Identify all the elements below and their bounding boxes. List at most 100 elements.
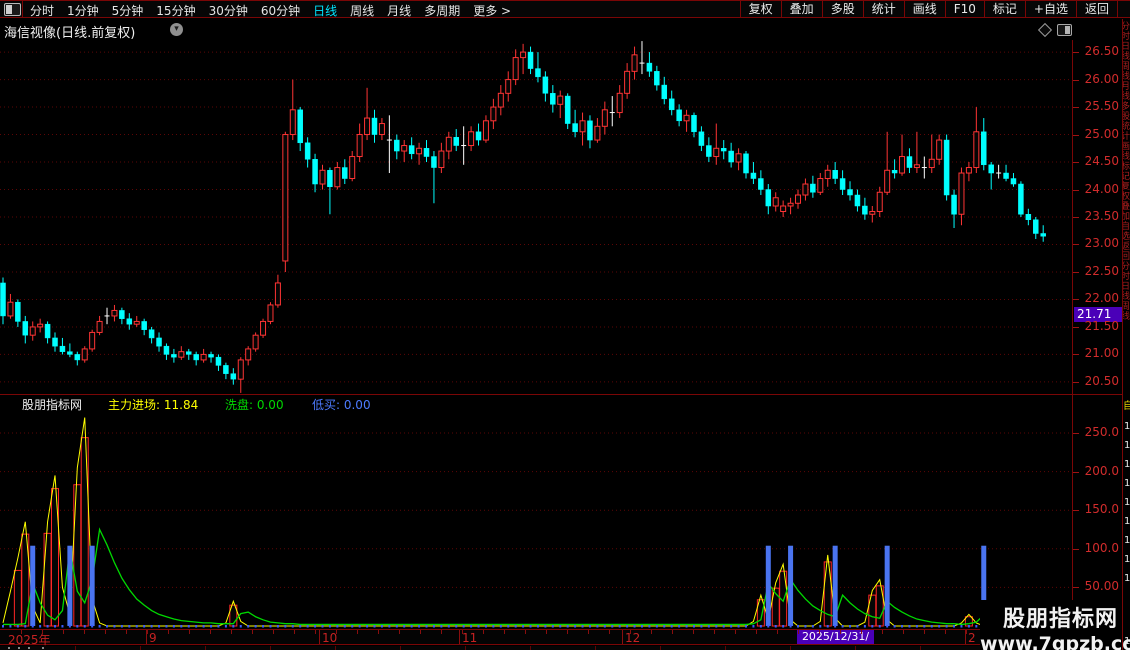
bottom-row-tick	[335, 646, 336, 650]
right-strip-item: 1	[1124, 478, 1130, 489]
date-tick	[441, 630, 442, 634]
bottom-row-tick	[595, 646, 596, 650]
main-candlestick-chart[interactable]	[0, 40, 1072, 394]
price-tick	[1073, 271, 1079, 273]
date-label-2: 2	[968, 631, 976, 645]
date-tick	[315, 630, 316, 634]
date-label-9: 9	[149, 631, 157, 645]
bottom-row-tick	[140, 646, 141, 650]
sub-axis-label-100: 100.0	[1084, 540, 1119, 555]
sub-axis-label-50: 50.00	[1084, 579, 1119, 594]
toolbar-button-返回[interactable]: 返回	[1075, 1, 1118, 17]
bottom-row-tick	[855, 646, 856, 650]
bottom-row-mark	[18, 647, 20, 649]
sub-axis-tick	[1073, 548, 1079, 550]
price-label-22.50: 22.50	[1084, 263, 1119, 278]
sub-axis-label-250: 250.0	[1084, 425, 1119, 439]
price-axis: 21.71 26.50 26.00 25.50 25.00 24.50 24.00 23.5…	[1072, 40, 1122, 629]
bottom-partial-row	[0, 646, 1130, 650]
diamond-icon[interactable]	[1037, 22, 1053, 38]
period-tab-30分钟[interactable]: 30分钟	[209, 2, 248, 19]
sub-axis-tick	[1073, 587, 1079, 589]
date-tick	[399, 630, 400, 634]
bottom-row-tick	[400, 646, 401, 650]
toolbar-button-+自选[interactable]: +自选	[1024, 1, 1076, 17]
right-strip-vertical-text: 分时日线周线月线多股统计画线标记复权叠加自选返回分时日线周线	[1123, 21, 1129, 321]
period-tab-5分钟[interactable]: 5分钟	[112, 2, 144, 19]
date-tick	[567, 630, 568, 634]
period-tab-60分钟[interactable]: 60分钟	[261, 2, 300, 19]
cursor-date-label: 2025/12/31/三	[797, 630, 874, 650]
date-tick	[945, 630, 946, 634]
price-label-22.00: 22.00	[1084, 291, 1119, 306]
date-tick	[63, 630, 64, 634]
pane-toggle-icon[interactable]	[1057, 24, 1072, 36]
date-tick	[84, 630, 85, 634]
right-strip-item: 1	[1124, 440, 1130, 451]
bottom-row-tick	[530, 646, 531, 650]
period-tab-月线[interactable]: 月线	[387, 2, 411, 19]
price-label-24.00: 24.00	[1084, 181, 1119, 196]
price-tick	[1073, 217, 1079, 218]
panel-divider[interactable]	[0, 394, 1122, 395]
date-tick	[525, 630, 526, 634]
price-tick	[1073, 189, 1079, 191]
layout-toggle-icon[interactable]	[4, 3, 21, 16]
date-tick	[546, 630, 547, 634]
toolbar-button-多股[interactable]: 多股	[821, 1, 863, 17]
stock-title: 海信视像(日线.前复权)	[4, 26, 136, 41]
period-tab-15分钟[interactable]: 15分钟	[156, 2, 195, 19]
title-bar: 海信视像(日线.前复权) ▾	[0, 19, 1122, 41]
watermark: 股朋指标网 www.7gpzb.com	[980, 600, 1130, 650]
date-tick	[483, 630, 484, 634]
date-tick	[588, 630, 589, 634]
toolbar-button-画线[interactable]: 画线	[903, 1, 945, 17]
right-edge-strip: 分时日线周线月线多股统计画线标记复权叠加自选返回分时日线周线 自 1 1 1 1 1 1 1…	[1122, 19, 1130, 650]
period-tab-周线[interactable]: 周线	[350, 2, 374, 19]
toolbar-button-复权[interactable]: 复权	[739, 1, 781, 17]
right-strip-item: 1	[1124, 573, 1130, 584]
toolbar-button-叠加[interactable]: 叠加	[780, 1, 822, 17]
sub-axis-tick	[1073, 510, 1079, 512]
bottom-row-tick	[465, 646, 466, 650]
xipan-value: 洗盘: 0.00	[225, 398, 284, 412]
period-tab-分时[interactable]: 分时	[30, 2, 54, 19]
date-label-12: 12	[625, 631, 641, 645]
sub-axis-label-150: 150.0	[1084, 502, 1119, 517]
date-tick	[861, 630, 862, 634]
chevron-down-icon[interactable]: ▾	[170, 23, 183, 36]
date-label-11: 11	[462, 631, 478, 645]
toolbar-button-标记[interactable]: 标记	[983, 1, 1025, 17]
period-tab-1分钟[interactable]: 1分钟	[67, 2, 99, 19]
price-label-21.00: 21.00	[1084, 346, 1119, 361]
date-tick	[420, 630, 421, 634]
date-tick	[294, 630, 295, 634]
indicator-chart[interactable]	[0, 412, 1072, 629]
month-boundary-tick	[622, 630, 623, 644]
price-tick	[1073, 299, 1079, 301]
date-tick	[966, 630, 967, 634]
period-tab-更多 >[interactable]: 更多 >	[473, 2, 511, 19]
price-label-25.50: 25.50	[1084, 99, 1119, 114]
date-tick	[924, 630, 925, 634]
stock-app-window: 分时 1分钟 5分钟 15分钟 30分钟 60分钟 日线 周线 月线 多周期 更多 > 复权 叠加 多股…	[0, 0, 1130, 650]
right-strip-item: 1	[1124, 516, 1130, 527]
price-tick	[1073, 354, 1079, 356]
date-tick	[168, 630, 169, 634]
date-tick	[777, 630, 778, 634]
right-strip-item: 1	[1124, 497, 1130, 508]
period-tab-多周期[interactable]: 多周期	[424, 2, 460, 19]
right-strip-item: 1	[1124, 554, 1130, 565]
price-label-24.50: 24.50	[1084, 154, 1119, 169]
date-tick	[693, 630, 694, 634]
toolbar-button-F10[interactable]: F10	[944, 1, 984, 17]
date-tick	[147, 630, 148, 634]
toolbar-button-统计[interactable]: 统计	[862, 1, 904, 17]
bottom-row-mark	[42, 647, 44, 649]
period-tab-日线[interactable]: 日线	[313, 2, 337, 19]
price-tick	[1073, 134, 1079, 136]
bottom-row-mark	[28, 647, 30, 649]
toolbar-separator	[22, 1, 23, 17]
date-label-10: 10	[322, 631, 338, 645]
date-tick	[756, 630, 757, 634]
